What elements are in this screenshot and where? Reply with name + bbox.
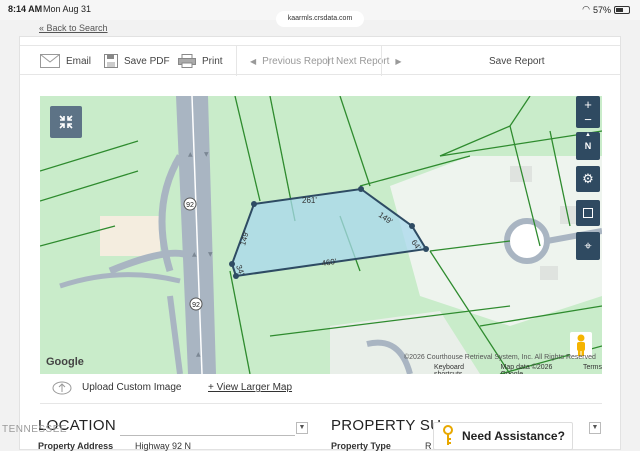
side-road	[59, 272, 181, 289]
highway-shield-label: 92	[186, 202, 194, 209]
map-footer: Upload Custom Image + View Larger Map	[40, 374, 602, 404]
property-summary-collapse-button[interactable]: ▼	[589, 422, 601, 434]
compass-button[interactable]: ▲ N	[576, 132, 600, 160]
collapse-arrows-icon	[59, 115, 73, 129]
map-canvas: 261' 149' 64' 460' 149' 34' 92 92 ▲ ▼ ▲ …	[40, 96, 602, 374]
report-card: Email Save PDF Print ◀ Previous Report |	[19, 36, 621, 451]
parcel-vertex	[358, 186, 364, 192]
chevron-down-icon: ▼	[298, 424, 306, 431]
print-button[interactable]: Print	[178, 46, 223, 76]
arrow-down-icon: ▼	[204, 151, 209, 158]
print-label: Print	[202, 55, 223, 67]
fullscreen-button[interactable]	[576, 200, 600, 226]
chevron-down-icon: ▼	[591, 424, 599, 431]
need-assistance-button[interactable]: Need Assistance?	[433, 422, 573, 450]
battery-percent: 57%	[592, 4, 611, 15]
printer-icon	[178, 54, 196, 68]
terms-link[interactable]: Terms	[583, 364, 602, 374]
crosshair-icon: ⌖	[584, 238, 592, 253]
highway-road	[176, 96, 216, 374]
locate-button[interactable]: ⌖	[576, 232, 600, 260]
arrow-down-icon: ▼	[208, 251, 213, 258]
parcel-vertex	[423, 246, 429, 252]
dim-bottom: 460'	[321, 257, 337, 268]
zoom-in-button[interactable]: +	[584, 97, 592, 112]
toolbar-divider	[236, 46, 237, 76]
arrow-up-icon: ▲	[192, 251, 197, 258]
dim-top: 261'	[302, 196, 317, 205]
email-button[interactable]: Email	[40, 46, 91, 76]
email-label: Email	[66, 55, 92, 67]
zoom-out-button[interactable]: −	[584, 112, 592, 127]
keyboard-shortcuts-link[interactable]: Keyboard shortcuts	[434, 364, 494, 374]
caret-right-icon: ▶	[395, 56, 402, 66]
view-larger-map-link[interactable]: + View Larger Map	[208, 382, 292, 393]
parcel-vertex	[409, 223, 415, 229]
highway-shield-label: 92	[192, 302, 200, 309]
fullscreen-icon	[583, 208, 593, 218]
save-report-label: Save Report	[489, 55, 545, 67]
watermark-text: TENNESSEE	[2, 424, 68, 435]
report-toolbar: Email Save PDF Print ◀ Previous Report |	[20, 45, 620, 76]
parcel-map[interactable]: 261' 149' 64' 460' 149' 34' 92 92 ▲ ▼ ▲ …	[40, 96, 602, 374]
key-icon	[443, 425, 453, 445]
compass-north-label: N	[584, 141, 592, 151]
map-building	[540, 266, 558, 280]
status-time: 8:14 AM	[8, 4, 43, 14]
parcel-vertex	[251, 201, 257, 207]
toolbar-divider	[381, 46, 382, 76]
next-report-button[interactable]: Next Report ▶	[336, 46, 402, 76]
previous-report-label: Previous Report	[262, 55, 334, 67]
save-pdf-label: Save PDF	[124, 55, 170, 67]
ramp-road	[167, 295, 183, 374]
gear-icon: ⚙	[582, 171, 594, 186]
arrow-up-icon: ▲	[196, 351, 201, 358]
google-logo: Google	[46, 356, 84, 368]
status-right: ◠ 57%	[582, 4, 630, 15]
section-divider	[120, 435, 295, 436]
status-date: Mon Aug 31	[43, 4, 92, 14]
wifi-icon: ◠	[582, 4, 590, 14]
location-collapse-button[interactable]: ▼	[296, 422, 308, 434]
need-assistance-label: Need Assistance?	[462, 429, 565, 443]
back-to-search-link[interactable]: « Back to Search	[39, 24, 108, 34]
floppy-disk-icon	[104, 54, 118, 68]
upload-cloud-icon	[52, 381, 72, 395]
map-attribution: Keyboard shortcuts Map data ©2026 Google…	[434, 364, 602, 374]
compass-icon: ▲	[585, 132, 591, 138]
highway-shield-92-south: 92	[189, 297, 203, 311]
map-settings-button[interactable]: ⚙	[576, 166, 600, 192]
zoom-controls: + −	[576, 96, 600, 128]
status-bar: 8:14 AM Mon Aug 31 kaarmls.crsdata.com ◠…	[0, 0, 640, 27]
map-copyright: ©2026 Courthouse Retrieval System, Inc. …	[404, 354, 596, 361]
highway-shield-92-north: 92	[183, 197, 197, 211]
previous-report-button[interactable]: ◀ Previous Report	[250, 46, 334, 76]
map-data-text: Map data ©2026 Google	[500, 364, 553, 374]
collapse-map-button[interactable]	[50, 106, 82, 138]
battery-icon	[614, 5, 630, 14]
arrow-up-icon: ▲	[188, 151, 193, 158]
cul-de-sac	[504, 218, 550, 264]
upload-custom-image-button[interactable]: Upload Custom Image	[52, 379, 182, 395]
upload-custom-image-label: Upload Custom Image	[82, 381, 182, 393]
save-report-button[interactable]: Save Report	[489, 46, 545, 76]
envelope-icon	[40, 54, 60, 68]
property-summary-section-title: PROPERTY SU	[331, 417, 442, 434]
battery-level	[616, 7, 623, 12]
caret-left-icon: ◀	[250, 56, 257, 66]
report-nav-separator: |	[327, 55, 330, 67]
url-bar[interactable]: kaarmls.crsdata.com	[276, 11, 364, 27]
save-pdf-button[interactable]: Save PDF	[104, 46, 170, 76]
map-building	[100, 216, 160, 256]
